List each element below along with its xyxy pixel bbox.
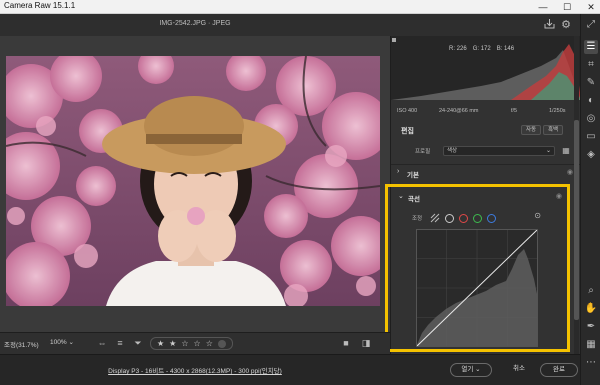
open-button[interactable]: 열기 ⌄ xyxy=(450,363,492,377)
zoom-select[interactable]: 100% ⌄ xyxy=(50,338,74,346)
shutter-speed: 1/250s xyxy=(549,108,566,114)
aperture: f/5 xyxy=(511,108,518,114)
edit-title: 편집 xyxy=(401,128,414,135)
section-basic-label: 기본 xyxy=(407,172,419,179)
curve-section: ⌄ 곡선 ◉ 조정 ⊙ xyxy=(385,184,570,352)
done-button[interactable]: 완료 xyxy=(540,363,578,377)
curve-green-channel[interactable] xyxy=(473,213,483,223)
open-label: 열기 xyxy=(461,366,474,373)
iso: ISO 400 xyxy=(397,108,418,114)
redeye-icon[interactable]: ◎ xyxy=(584,112,598,126)
hand-icon[interactable]: ✋ xyxy=(584,302,598,316)
chevron-down-icon: ⌄ xyxy=(545,148,551,154)
chevron-right-icon: › xyxy=(397,168,400,175)
zoom-value: 100% xyxy=(50,339,67,346)
reject-icon[interactable] xyxy=(217,339,226,348)
snapshot-icon[interactable]: ▭ xyxy=(584,130,598,144)
star-2[interactable]: ★ xyxy=(169,339,176,348)
footer: Display P3 - 16비트 - 4300 x 2868(12.3MP) … xyxy=(0,354,580,385)
image-canvas[interactable] xyxy=(0,36,390,332)
r-value: R: 226 xyxy=(449,46,467,52)
profile-select[interactable]: 색상 ⌄ xyxy=(443,146,555,156)
profile-value: 색상 xyxy=(447,148,458,154)
file-title: IMG-2542.JPG · JPEG xyxy=(159,20,231,27)
camera-info: ISO 400 24-240@66 mm f/5 1/250s xyxy=(391,108,581,118)
panel-scrollbar[interactable] xyxy=(574,36,579,354)
histogram: R: 226 G: 172 B: 146 xyxy=(391,36,581,100)
sort-icon[interactable]: ≡ xyxy=(114,337,126,349)
section-curve-header[interactable]: ⌄ 곡선 ◉ xyxy=(392,189,562,205)
curve-rgb-channel[interactable] xyxy=(445,213,455,223)
star-3[interactable]: ☆ xyxy=(181,339,188,348)
close-button[interactable]: ✕ xyxy=(586,0,596,14)
curve-blue-channel[interactable] xyxy=(487,213,497,223)
parametric-curve-icon[interactable] xyxy=(430,213,440,223)
zoom-icon[interactable]: ⌕ xyxy=(584,284,598,298)
mask-icon[interactable]: ◐ xyxy=(584,94,598,108)
chevron-down-icon: ⌄ xyxy=(68,339,74,346)
section-basic[interactable]: › 기본 ◉ xyxy=(391,164,581,180)
compare-icon[interactable]: ⇔ xyxy=(96,337,108,349)
eye-icon[interactable]: ◉ xyxy=(567,168,573,176)
star-4[interactable]: ☆ xyxy=(194,339,201,348)
curve-red-channel[interactable] xyxy=(459,213,469,223)
edit-sliders-icon[interactable]: ☰ xyxy=(584,40,598,54)
star-1[interactable]: ★ xyxy=(157,339,164,348)
expand-icon[interactable]: ⤢ xyxy=(584,18,598,32)
chevron-down-icon: ⌄ xyxy=(398,193,404,200)
tool-strip: ⤢ ☰ ⌗ ✎ ◐ ◎ ▭ ◈ ⌕ ✋ ✒ ▦ ⋯ xyxy=(580,14,600,385)
profile-label: 프로필 xyxy=(415,149,431,155)
presets-icon[interactable]: ◈ xyxy=(584,148,598,162)
g-value: G: 172 xyxy=(472,46,491,52)
split-view-icon[interactable]: ◨ xyxy=(360,337,372,349)
section-curve-label: 곡선 xyxy=(408,196,420,203)
b-value: B: 146 xyxy=(496,46,515,52)
workflow-options-link[interactable]: Display P3 - 16비트 - 4300 x 2868(12.3MP) … xyxy=(0,365,390,375)
bottom-toolbar: 조정(31.7%) 100% ⌄ ⇔ ≡ ⏷ ★ ★ ☆ ☆ ☆ ■ ◨ xyxy=(0,332,390,354)
single-view-icon[interactable]: ■ xyxy=(340,337,352,349)
star-5[interactable]: ☆ xyxy=(206,339,213,348)
grid-icon[interactable]: ▦ xyxy=(584,338,598,352)
edit-section-header: 편집 자동 흑백 xyxy=(391,122,581,138)
rgb-readout: R: 226 G: 172 B: 146 xyxy=(449,46,514,52)
star-rating[interactable]: ★ ★ ☆ ☆ ☆ xyxy=(150,337,233,350)
more-icon[interactable]: ⋯ xyxy=(584,356,598,370)
profile-browser-icon[interactable]: ▦ xyxy=(561,146,571,156)
filter-icon[interactable]: ⏷ xyxy=(132,337,144,349)
scrollbar-thumb[interactable] xyxy=(574,120,579,320)
profile-row: 프로필 색상 ⌄ ▦ xyxy=(391,144,581,158)
os-titlebar: Camera Raw 15.1.1 — ☐ ✕ xyxy=(0,0,600,14)
eye-icon[interactable]: ◉ xyxy=(556,192,562,200)
chevron-down-icon: ⌄ xyxy=(475,366,481,373)
app-header: IMG-2542.JPG · JPEG ⚙ xyxy=(0,14,580,36)
target-adjust-icon[interactable]: ⊙ xyxy=(534,211,541,220)
lens: 24-240@66 mm xyxy=(439,108,479,114)
auto-button[interactable]: 자동 xyxy=(521,125,542,135)
gear-icon[interactable]: ⚙ xyxy=(559,18,573,32)
photo-preview xyxy=(6,56,380,344)
curve-channel-modes: 조정 xyxy=(412,213,497,223)
window-title: Camera Raw 15.1.1 xyxy=(4,1,76,10)
cancel-button[interactable]: 취소 xyxy=(500,363,538,377)
curve-mode-label: 조정 xyxy=(412,216,423,222)
minimize-button[interactable]: — xyxy=(538,0,548,14)
crop-icon[interactable]: ⌗ xyxy=(584,58,598,72)
maximize-button[interactable]: ☐ xyxy=(562,0,572,14)
curve-graph[interactable] xyxy=(415,228,539,348)
healing-icon[interactable]: ✎ xyxy=(584,76,598,90)
window-controls: — ☐ ✕ xyxy=(538,0,596,14)
zoom-fit-button[interactable]: 조정(31.7%) xyxy=(4,339,39,349)
bw-button[interactable]: 흑백 xyxy=(543,125,564,135)
color-sampler-icon[interactable]: ✒ xyxy=(584,320,598,334)
save-icon[interactable] xyxy=(542,18,556,32)
